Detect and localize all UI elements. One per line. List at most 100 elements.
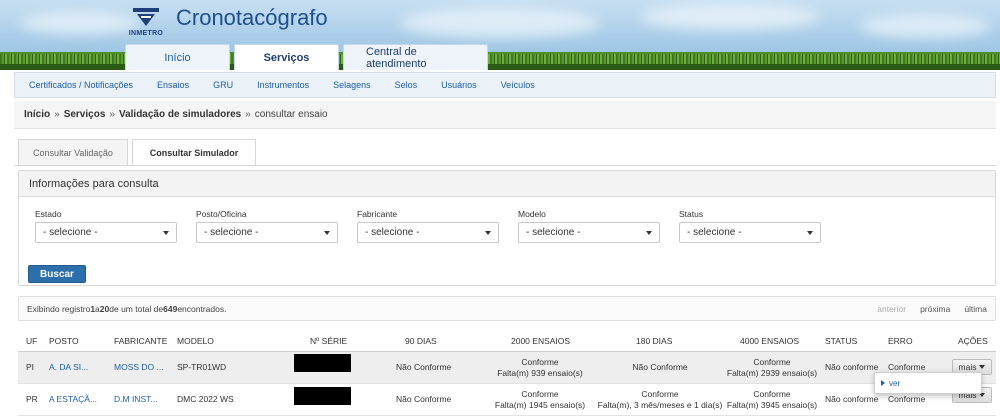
cell-fabricante-link[interactable]: MOSS DO ... <box>114 362 164 372</box>
fabricante-select[interactable]: - selecione - <box>357 222 499 243</box>
caret-down-icon <box>979 365 986 369</box>
filter-label: Posto/Oficina <box>196 209 247 219</box>
caret-down-icon <box>324 230 330 235</box>
column-header-serie[interactable]: Nº SÉRIE <box>310 336 347 346</box>
actions-dropdown-menu: ver <box>874 372 982 394</box>
cell-4000-status: Conforme <box>753 389 791 399</box>
results-mid2: de um total de <box>109 303 164 314</box>
breadcrumb-home[interactable]: Início <box>24 109 50 120</box>
results-table: UF POSTO FABRICANTE MODELO Nº SÉRIE 90 D… <box>18 330 996 416</box>
cell-4000-remaining: Falta(m) 3945 ensaio(s) <box>726 400 818 410</box>
posto-oficina-select[interactable]: - selecione - <box>196 222 338 243</box>
column-header-fabricante[interactable]: FABRICANTE <box>114 336 167 346</box>
subnav-item-selagens[interactable]: Selagens <box>333 80 371 90</box>
cell-2000-remaining: Falta(m) 939 ensaio(s) <box>497 368 583 378</box>
cell-2000-ensaios: Conforme Falta(m) 939 ensaio(s) <box>490 357 590 379</box>
cell-posto-link[interactable]: A. DA SI... <box>49 362 88 372</box>
cell-status: Não conforme <box>825 394 879 404</box>
filter-status: Status - selecione - <box>679 209 821 243</box>
filter-estado: Estado - selecione - <box>35 209 177 243</box>
cell-180-status: Conforme <box>641 389 679 399</box>
column-header-180-dias[interactable]: 180 DIAS <box>636 336 672 346</box>
filter-label: Estado <box>35 209 62 219</box>
cell-2000-status: Conforme <box>521 357 559 367</box>
main-nav: Início Serviços Central de atendimento <box>125 44 488 70</box>
cell-2000-remaining: Falta(m) 1945 ensaio(s) <box>494 400 586 410</box>
column-header-4000-ensaios[interactable]: 4000 ENSAIOS <box>740 336 799 346</box>
app-header: INMETRO Cronotacógrafo Início Serviços C… <box>0 0 1000 70</box>
status-select[interactable]: - selecione - <box>679 222 821 243</box>
filter-fabricante: Fabricante - selecione - <box>357 209 499 243</box>
section-tabs: Consultar Validação Consultar Simulador <box>18 139 260 166</box>
cell-4000-ensaios: Conforme Falta(m) 3945 ensaio(s) <box>720 389 824 411</box>
pager-previous: anterior <box>877 303 907 314</box>
pager-last[interactable]: última <box>964 304 987 314</box>
redacted-serial <box>294 354 351 372</box>
results-prefix: Exibindo registro <box>27 303 91 314</box>
inmetro-logo[interactable]: INMETRO <box>125 6 167 40</box>
estado-select[interactable]: - selecione - <box>35 222 177 243</box>
cell-4000-remaining: Falta(m) 2939 ensaio(s) <box>726 368 818 378</box>
cell-4000-ensaios: Conforme Falta(m) 2939 ensaio(s) <box>720 357 824 379</box>
cell-modelo: DMC 2022 WS <box>177 394 234 404</box>
breadcrumb-current: consultar ensaio <box>254 109 328 120</box>
logo-text: INMETRO <box>128 30 164 37</box>
chevron-right-icon <box>881 380 885 386</box>
results-suffix: encontrados. <box>177 303 227 314</box>
column-header-2000-ensaios[interactable]: 2000 ENSAIOS <box>511 336 570 346</box>
filter-panel: Informações para consulta Estado - selec… <box>18 170 996 286</box>
breadcrumb-validacao[interactable]: Validação de simuladores <box>119 109 241 120</box>
column-header-erro[interactable]: ERRO <box>888 336 913 346</box>
search-button[interactable]: Buscar <box>28 265 86 283</box>
table-header: UF POSTO FABRICANTE MODELO Nº SÉRIE 90 D… <box>18 330 996 352</box>
cell-2000-status: Conforme <box>521 389 559 399</box>
cell-90-dias: Não Conforme <box>396 394 452 404</box>
modelo-select[interactable]: - selecione - <box>518 222 660 243</box>
column-header-posto[interactable]: POSTO <box>49 336 79 346</box>
subnav-item-veiculos[interactable]: Veículos <box>501 80 535 90</box>
breadcrumb-servicos[interactable]: Serviços <box>64 109 106 120</box>
menu-item-ver[interactable]: ver <box>881 379 900 388</box>
tab-consultar-simulador[interactable]: Consultar Simulador <box>132 139 256 166</box>
app-title: Cronotacógrafo <box>176 5 328 30</box>
subnav-item-instrumentos[interactable]: Instrumentos <box>257 80 309 90</box>
breadcrumb-separator: » <box>54 109 60 120</box>
subnav-item-gru[interactable]: GRU <box>213 80 233 90</box>
cell-erro: Conforme <box>888 394 926 404</box>
breadcrumb-separator: » <box>245 109 251 120</box>
filter-posto-oficina: Posto/Oficina - selecione - <box>196 209 338 243</box>
pager-next[interactable]: próxima <box>920 304 950 314</box>
redacted-serial <box>294 387 351 405</box>
column-header-status[interactable]: STATUS <box>825 336 857 346</box>
menu-item-label: ver <box>889 378 901 388</box>
inmetro-logo-icon <box>133 8 159 26</box>
cell-fabricante-link[interactable]: D.M INST... <box>114 394 157 404</box>
column-header-modelo[interactable]: MODELO <box>177 336 214 346</box>
subnav-item-selos[interactable]: Selos <box>395 80 418 90</box>
column-header-acoes: AÇÕES <box>958 336 988 346</box>
cell-180-status: Não Conforme <box>632 362 688 372</box>
subnav-item-usuarios[interactable]: Usuários <box>441 80 477 90</box>
results-summary: Exibindo registro 1 a 20 de um total de … <box>18 296 996 321</box>
main-tab-central-atendimento[interactable]: Central de atendimento <box>343 44 488 70</box>
filter-modelo: Modelo - selecione - <box>518 209 660 243</box>
cell-uf: PR <box>26 394 38 404</box>
caret-down-icon <box>163 230 169 235</box>
column-header-90-dias[interactable]: 90 DIAS <box>405 336 437 346</box>
breadcrumb-separator: » <box>109 109 115 120</box>
cell-180-remaining: Falta(m), 3 mês/meses e 1 dia(s) <box>597 400 723 410</box>
filter-label: Modelo <box>518 209 546 219</box>
main-tab-inicio[interactable]: Início <box>125 44 230 70</box>
cell-uf: PI <box>26 362 35 372</box>
column-header-uf[interactable]: UF <box>26 336 37 346</box>
cell-erro: Conforme <box>888 362 926 372</box>
main-tab-servicos[interactable]: Serviços <box>234 44 339 70</box>
more-label: mais <box>958 362 977 372</box>
tab-divider <box>14 165 996 166</box>
cell-posto-link[interactable]: A ESTAÇÃ... <box>49 394 97 404</box>
subnav-item-certificados[interactable]: Certificados / Notificações <box>29 80 133 90</box>
filter-label: Status <box>679 209 704 219</box>
table-row: PR A ESTAÇÃ... D.M INST... DMC 2022 WS N… <box>18 384 996 416</box>
tab-consultar-validacao[interactable]: Consultar Validação <box>18 139 128 165</box>
subnav-item-ensaios[interactable]: Ensaios <box>157 80 189 90</box>
